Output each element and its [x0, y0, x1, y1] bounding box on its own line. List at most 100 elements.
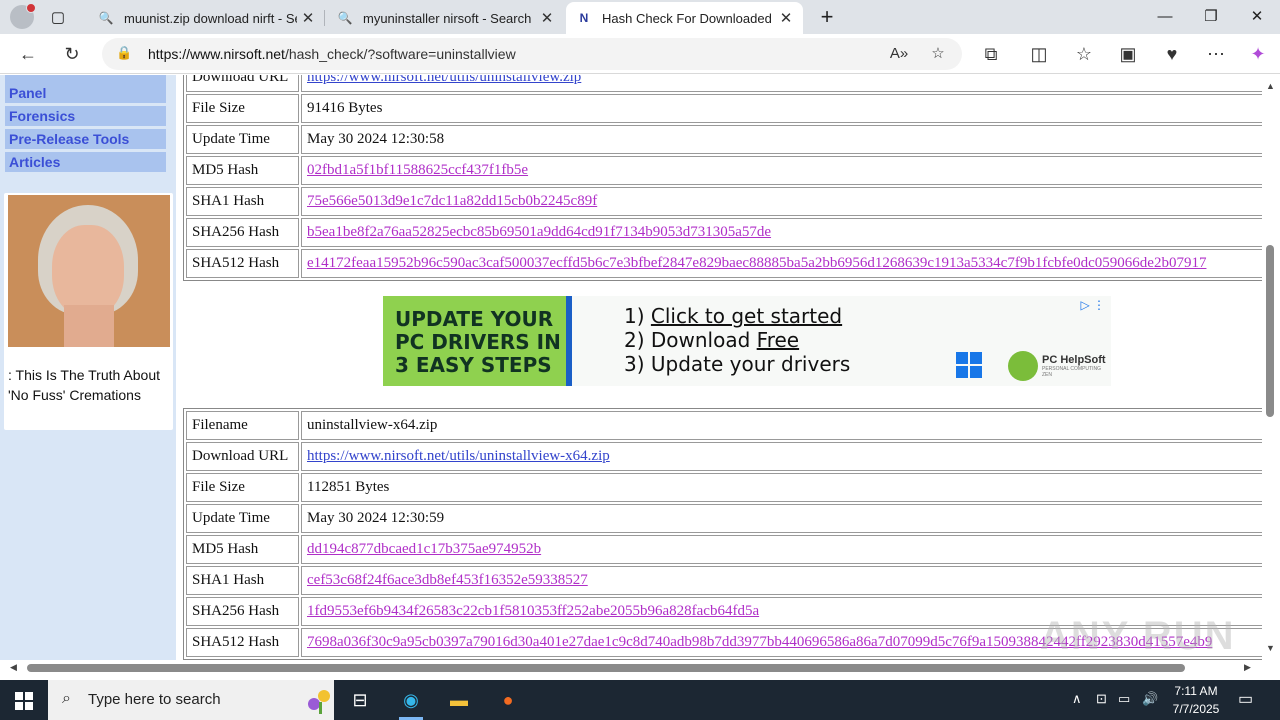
tab-title: Hash Check For Downloaded Tool [602, 10, 775, 26]
close-window-icon[interactable]: ✕ [1234, 0, 1280, 34]
clock[interactable]: 7:11 AM 7/7/2025 [1164, 682, 1228, 718]
tab-title: myuninstaller nirsoft - Search [363, 10, 532, 26]
step-2-prefix: 2) Download [624, 328, 757, 352]
main-content: Download URL https://www.nirsoft.net/util… [183, 75, 1262, 660]
row-value-link[interactable]: b5ea1be8f2a76aa52825ecbc85b69501a9dd64cd… [307, 224, 771, 240]
table-row: MD5 Hash 02fbd1a5f1bf11588625ccf437f1fb5e [186, 156, 1262, 185]
sidebar-item-forensics[interactable]: Forensics [5, 106, 166, 126]
copilot-icon[interactable]: ✦ [1244, 40, 1272, 68]
horizontal-scrollbar[interactable]: ◀ ▶ [0, 660, 1262, 676]
address-bar[interactable]: 🔒 https://www.nirsoft.net/hash_check/?so… [102, 38, 962, 70]
clock-date: 7/7/2025 [1172, 702, 1220, 716]
horizontal-scroll-thumb[interactable] [27, 664, 1185, 672]
sidebar-item-pre-release-tools[interactable]: Pre-Release Tools [5, 129, 166, 149]
clock-time: 7:11 AM [1174, 684, 1218, 698]
row-value: uninstallview-x64.zip [301, 411, 1262, 440]
pchelpsoft-logo-icon [1008, 351, 1038, 381]
tray-overflow-icon[interactable]: ∧ [1072, 691, 1082, 707]
extensions-icon[interactable]: ⧉ [977, 40, 1005, 68]
more-menu-icon[interactable]: ⋯ [1202, 40, 1230, 68]
tab-strip: ▢ 🔍 muunist.zip download nirft - Sear ✕ … [0, 0, 1280, 34]
read-aloud-icon[interactable]: A» [888, 43, 910, 65]
banner-headline-line: UPDATE YOUR [395, 307, 554, 331]
table-row: File Size 91416 Bytes [186, 94, 1262, 123]
table-row: SHA512 Hash e14172feaa15952b96c590ac3caf5… [186, 249, 1262, 278]
table-row: File Size 112851 Bytes [186, 473, 1262, 502]
driver-ad-banner[interactable]: UPDATE YOUR PC DRIVERS IN 3 EASY STEPS 1… [383, 296, 1111, 386]
refresh-icon[interactable]: ↻ [58, 40, 86, 68]
row-value-link[interactable]: 1fd9553ef6b9434f26583c22cb1f5810353ff252… [307, 603, 759, 619]
sidebar-item-articles[interactable]: Articles [5, 152, 166, 172]
row-value: cef53c68f24f6ace3db8ef453f16352e59338527 [301, 566, 1262, 595]
notifications-icon[interactable]: ▭ [1238, 689, 1253, 709]
minimize-icon[interactable]: — [1142, 0, 1188, 34]
back-icon[interactable]: ← [14, 40, 42, 68]
ad-image[interactable] [8, 195, 170, 347]
vertical-scrollbar[interactable]: ▲ ▼ [1262, 75, 1280, 660]
row-label: File Size [186, 94, 299, 123]
sidebar-item-panel[interactable]: Panel [5, 83, 166, 103]
tab-search-myuninstaller[interactable]: 🔍 myuninstaller nirsoft - Search ✕ [327, 2, 564, 34]
step-2-free: Free [756, 328, 800, 352]
vertical-scroll-thumb[interactable] [1266, 245, 1274, 417]
task-view-icon[interactable]: ⊟ [336, 680, 384, 720]
sidebar-ad[interactable]: : This Is The Truth About 'No Fuss' Crem… [4, 193, 173, 430]
flowers-decoration-icon [308, 690, 330, 714]
nirsoft-favicon-icon: N [579, 11, 589, 25]
profile-avatar-icon[interactable] [10, 3, 36, 29]
row-label: SHA512 Hash [186, 249, 299, 278]
url-text[interactable]: https://www.nirsoft.net/hash_check/?soft… [148, 46, 516, 62]
scroll-down-icon[interactable]: ▼ [1266, 643, 1275, 653]
row-value-link[interactable]: cef53c68f24f6ace3db8ef453f16352e59338527 [307, 572, 588, 588]
ad-choices-icon[interactable]: ▷ ⋮ [1080, 298, 1105, 312]
tab-search-muunist[interactable]: 🔍 muunist.zip download nirft - Sear ✕ [88, 2, 325, 34]
ad-image-neck [64, 305, 114, 347]
row-label: Update Time [186, 125, 299, 154]
ad-caption[interactable]: : This Is The Truth About 'No Fuss' Crem… [8, 365, 170, 405]
split-screen-icon[interactable]: ◫ [1025, 40, 1053, 68]
close-icon[interactable]: ✕ [297, 9, 319, 27]
windows-logo-icon [956, 352, 983, 379]
scroll-left-icon[interactable]: ◀ [10, 662, 17, 673]
volume-icon[interactable]: 🔊 [1142, 691, 1158, 707]
network-icon[interactable]: ▭ [1118, 691, 1130, 707]
file-explorer-icon[interactable]: ▬ [435, 680, 483, 720]
row-label: Download URL [186, 442, 299, 471]
lock-icon[interactable]: 🔒 [116, 45, 132, 61]
favorite-star-icon[interactable]: ☆ [927, 43, 949, 65]
taskbar: ⌕ Type here to search ⊟ ◉ ▬ ● ∧ ⊡ ▭ 🔊 7:… [0, 680, 1280, 720]
scroll-up-icon[interactable]: ▲ [1266, 81, 1275, 91]
row-value: 02fbd1a5f1bf11588625ccf437f1fb5e [301, 156, 1262, 185]
new-tab-icon[interactable]: + [815, 4, 839, 30]
table-row: Download URL https://www.nirsoft.net/util… [186, 75, 1262, 92]
row-label: SHA1 Hash [186, 566, 299, 595]
browser-toolbar: ← ↻ 🔒 https://www.nirsoft.net/hash_check… [0, 34, 1280, 74]
start-windows-icon[interactable] [0, 680, 48, 720]
search-icon: ⌕ [62, 690, 71, 707]
row-value-link[interactable]: 75e566e5013d9e1c7dc11a82dd15cb0b2245c89f [307, 193, 597, 209]
firefox-icon[interactable]: ● [484, 680, 532, 720]
banner-steps: 1) Click to get started 2) Download Free… [624, 304, 850, 376]
browser-essentials-icon[interactable]: ♥ [1158, 40, 1186, 68]
step-1-prefix: 1) [624, 304, 651, 328]
restore-icon[interactable]: ❐ [1188, 0, 1234, 34]
row-label: SHA1 Hash [186, 187, 299, 216]
row-value-link[interactable]: e14172feaa15952b96c590ac3caf500037ecffd5… [307, 255, 1206, 271]
tab-hash-check[interactable]: N Hash Check For Downloaded Tool ✕ [566, 2, 803, 34]
step-1-link[interactable]: Click to get started [651, 304, 842, 328]
favorites-icon[interactable]: ☆ [1070, 40, 1098, 68]
tab-actions-icon[interactable]: ▢ [48, 8, 68, 26]
edge-browser-icon[interactable]: ◉ [387, 680, 435, 720]
tray-app-icon[interactable]: ⊡ [1096, 691, 1107, 707]
row-value-link[interactable]: https://www.nirsoft.net/utils/uninstallv… [307, 75, 581, 85]
url-host: https://www.nirsoft.net [148, 46, 285, 62]
scroll-right-icon[interactable]: ▶ [1244, 662, 1251, 673]
row-value-link[interactable]: dd194c877dbcaed1c17b375ae974952b [307, 541, 541, 557]
collections-icon[interactable]: ▣ [1114, 40, 1142, 68]
row-value-link[interactable]: 02fbd1a5f1bf11588625ccf437f1fb5e [307, 162, 528, 178]
taskbar-search[interactable]: ⌕ Type here to search [48, 680, 334, 720]
close-icon[interactable]: ✕ [536, 9, 558, 27]
row-value-link[interactable]: https://www.nirsoft.net/utils/uninstallv… [307, 448, 610, 464]
close-icon[interactable]: ✕ [775, 9, 797, 27]
banner-step-1[interactable]: 1) Click to get started [624, 304, 850, 328]
